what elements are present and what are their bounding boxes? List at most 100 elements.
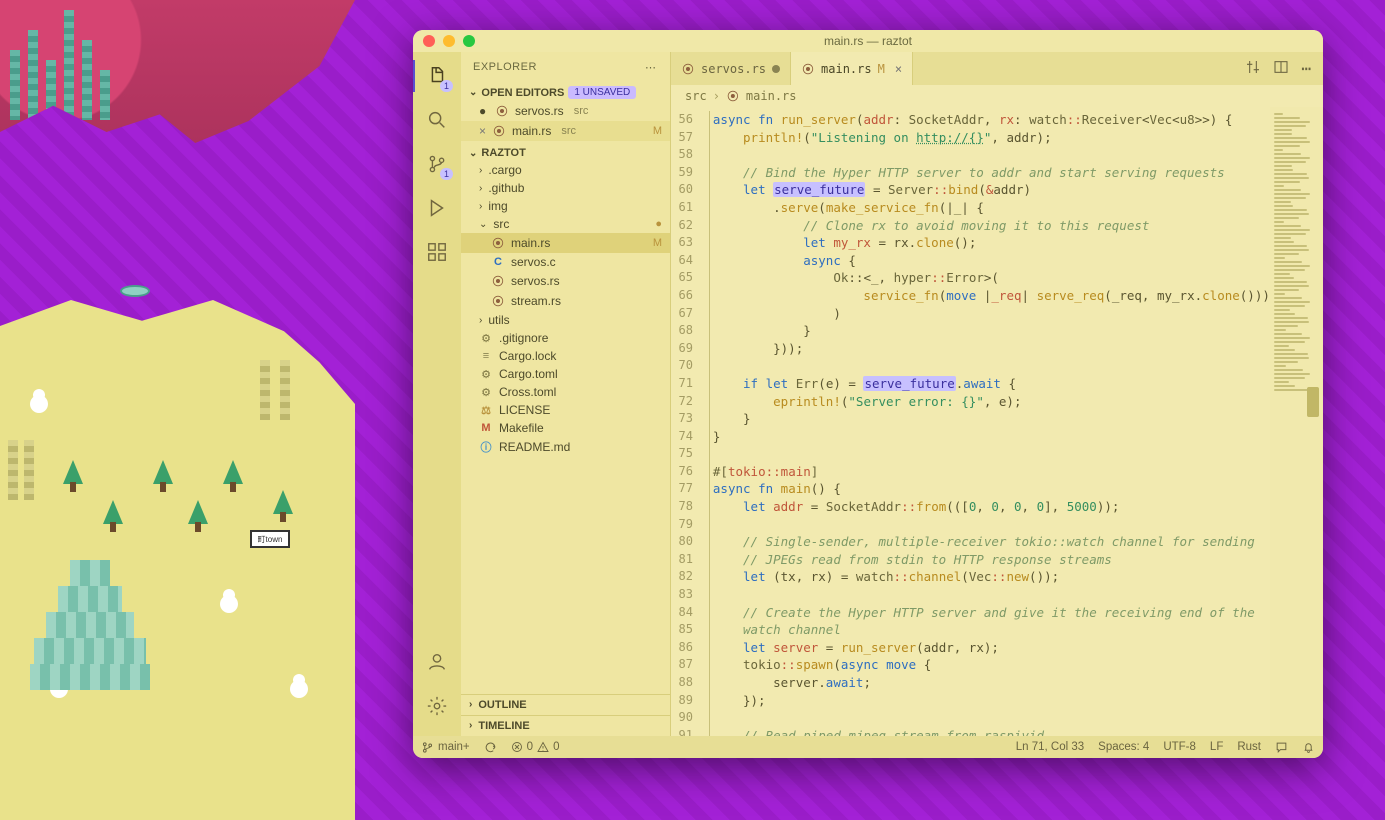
code-line[interactable]: });	[713, 692, 1270, 710]
file-row[interactable]: Cservos.c	[461, 253, 670, 271]
code-line[interactable]: }	[713, 428, 1270, 446]
code-line[interactable]	[713, 357, 1270, 375]
code-line[interactable]: async fn main() {	[713, 480, 1270, 498]
fullscreen-window-button[interactable]	[463, 35, 475, 47]
line-number[interactable]: 66	[671, 287, 693, 305]
line-number[interactable]: 69	[671, 340, 693, 358]
line-number[interactable]: 83	[671, 586, 693, 604]
line-number[interactable]: 82	[671, 568, 693, 586]
code-line[interactable]: println!("Listening on http://{}", addr)…	[713, 129, 1270, 147]
line-number[interactable]: 71	[671, 375, 693, 393]
code-line[interactable]: tokio::spawn(async move {	[713, 656, 1270, 674]
code-line[interactable]: let (tx, rx) = watch::channel(Vec::new()…	[713, 568, 1270, 586]
breadcrumb-item[interactable]: src	[685, 89, 707, 103]
sidebar-section-outline[interactable]: ›OUTLINE	[461, 694, 670, 715]
code-line[interactable]: }));	[713, 340, 1270, 358]
close-icon[interactable]: ×	[895, 62, 902, 76]
editor-more-button[interactable]: ⋯	[1301, 59, 1311, 78]
line-number[interactable]: 90	[671, 709, 693, 727]
file-row[interactable]: ⦿servos.rs	[461, 271, 670, 291]
line-number[interactable]: 67	[671, 305, 693, 323]
folder-row[interactable]: ›img	[461, 197, 670, 215]
split-editor-button[interactable]	[1273, 59, 1289, 79]
sidebar-more-button[interactable]: ⋯	[645, 61, 658, 74]
code-editor[interactable]: 5657585960616263646566676869707172737475…	[671, 107, 1323, 736]
line-number[interactable]: 70	[671, 357, 693, 375]
breadcrumb-item[interactable]: main.rs	[746, 89, 797, 103]
code-line[interactable]: service_fn(move |_req| serve_req(_req, m…	[713, 287, 1270, 305]
fold-gutter[interactable]	[703, 107, 713, 736]
status-language[interactable]: Rust	[1237, 741, 1261, 753]
open-editors-header[interactable]: ⌄ OPEN EDITORS 1 UNSAVED	[461, 84, 670, 101]
code-line[interactable]: let serve_future = Server::bind(&addr)	[713, 181, 1270, 199]
line-number-gutter[interactable]: 5657585960616263646566676869707172737475…	[671, 107, 703, 736]
open-editor-item[interactable]: ×⦿main.rssrcM	[461, 121, 670, 141]
line-number[interactable]: 68	[671, 322, 693, 340]
file-row[interactable]: ⦿stream.rs	[461, 291, 670, 311]
code-line[interactable]: #[tokio::main]	[713, 463, 1270, 481]
line-number[interactable]: 56	[671, 111, 693, 129]
line-number[interactable]: 79	[671, 516, 693, 534]
code-line[interactable]: }	[713, 322, 1270, 340]
editor-tab[interactable]: ⦿main.rsM×	[791, 52, 913, 85]
code-line[interactable]: let server = run_server(addr, rx);	[713, 639, 1270, 657]
folder-row[interactable]: ›.github	[461, 179, 670, 197]
code-line[interactable]: )	[713, 305, 1270, 323]
code-content[interactable]: async fn run_server(addr: SocketAddr, rx…	[713, 107, 1270, 736]
code-line[interactable]	[713, 146, 1270, 164]
open-editor-item[interactable]: ●⦿servos.rssrc	[461, 101, 670, 121]
line-number[interactable]: 59	[671, 164, 693, 182]
line-number[interactable]: 78	[671, 498, 693, 516]
activity-run-debug[interactable]	[423, 194, 451, 222]
line-number[interactable]: 61	[671, 199, 693, 217]
code-line[interactable]: // Bind the Hyper HTTP server to addr an…	[713, 164, 1270, 182]
line-number[interactable]: 62	[671, 217, 693, 235]
code-line[interactable]: let addr = SocketAddr::from(([0, 0, 0, 0…	[713, 498, 1270, 516]
code-line[interactable]: let my_rx = rx.clone();	[713, 234, 1270, 252]
line-number[interactable]: 60	[671, 181, 693, 199]
line-number[interactable]: 58	[671, 146, 693, 164]
file-row[interactable]: MMakefile	[461, 419, 670, 437]
file-row[interactable]: ⦿main.rsM	[461, 233, 670, 253]
code-line[interactable]: watch channel	[713, 621, 1270, 639]
line-number[interactable]: 72	[671, 393, 693, 411]
file-row[interactable]: ≡Cargo.lock	[461, 347, 670, 365]
file-row[interactable]: ⚙Cross.toml	[461, 383, 670, 401]
folder-row[interactable]: ›.cargo	[461, 161, 670, 179]
code-line[interactable]: server.await;	[713, 674, 1270, 692]
code-line[interactable]: async fn run_server(addr: SocketAddr, rx…	[713, 111, 1270, 129]
line-number[interactable]: 75	[671, 445, 693, 463]
close-window-button[interactable]	[423, 35, 435, 47]
status-encoding[interactable]: UTF-8	[1163, 741, 1196, 753]
line-number[interactable]: 64	[671, 252, 693, 270]
code-line[interactable]	[713, 709, 1270, 727]
file-row[interactable]: ⚖LICENSE	[461, 401, 670, 419]
breadcrumb[interactable]: src › ⦿ main.rs	[671, 85, 1323, 107]
code-line[interactable]: // Create the Hyper HTTP server and give…	[713, 604, 1270, 622]
status-indentation[interactable]: Spaces: 4	[1098, 741, 1149, 753]
code-line[interactable]: // Single-sender, multiple-receiver toki…	[713, 533, 1270, 551]
status-problems[interactable]: 0 0	[511, 741, 560, 753]
project-root-header[interactable]: ⌄ RAZTOT	[461, 145, 670, 161]
code-line[interactable]: // Read piped mjpeg stream from raspivid	[713, 727, 1270, 736]
line-number[interactable]: 91	[671, 727, 693, 736]
line-number[interactable]: 76	[671, 463, 693, 481]
line-number[interactable]: 80	[671, 533, 693, 551]
sidebar-section-timeline[interactable]: ›TIMELINE	[461, 715, 670, 736]
code-line[interactable]	[713, 586, 1270, 604]
code-line[interactable]: // Clone rx to avoid moving it to this r…	[713, 217, 1270, 235]
file-row[interactable]: ⓘREADME.md	[461, 437, 670, 457]
file-row[interactable]: ⚙Cargo.toml	[461, 365, 670, 383]
editor-tab[interactable]: ⦿servos.rs	[671, 52, 791, 85]
file-row[interactable]: ⚙.gitignore	[461, 329, 670, 347]
minimize-window-button[interactable]	[443, 35, 455, 47]
line-number[interactable]: 87	[671, 656, 693, 674]
activity-explorer[interactable]: 1	[423, 62, 451, 90]
scrollbar-thumb[interactable]	[1307, 387, 1319, 417]
line-number[interactable]: 77	[671, 480, 693, 498]
line-number[interactable]: 84	[671, 604, 693, 622]
line-number[interactable]: 57	[671, 129, 693, 147]
activity-source-control[interactable]: 1	[423, 150, 451, 178]
line-number[interactable]: 81	[671, 551, 693, 569]
status-cursor-position[interactable]: Ln 71, Col 33	[1016, 741, 1084, 753]
